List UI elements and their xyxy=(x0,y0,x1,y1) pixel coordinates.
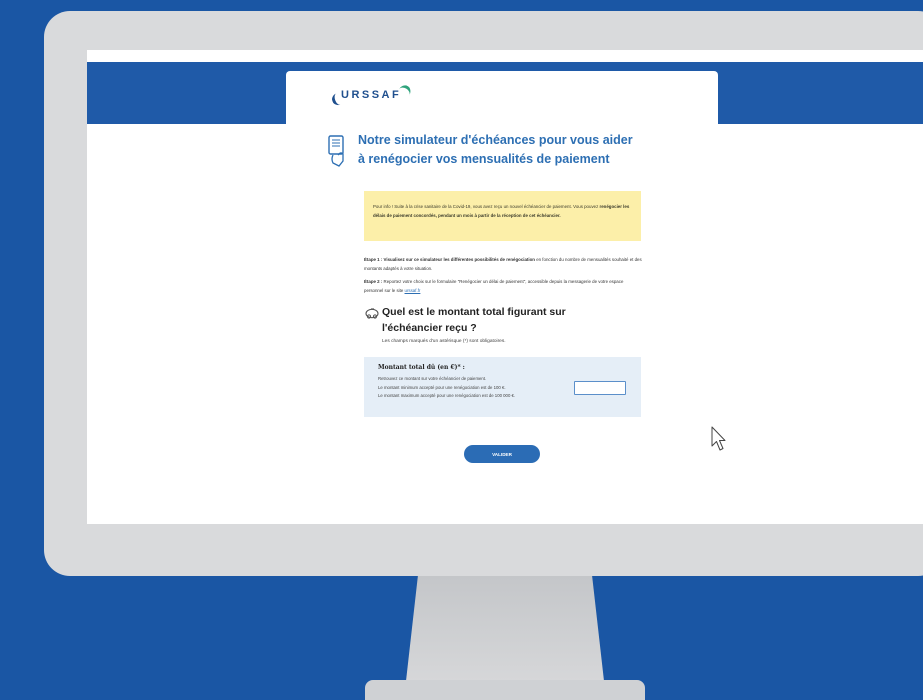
amount-label: Montant total dû (en €)* : xyxy=(378,364,465,371)
document-hand-icon xyxy=(328,135,344,167)
required-fields-note: Les champs marqués d'un astérisque (*) s… xyxy=(382,339,506,344)
amount-help: Retrouvez ce montant sur votre échéancie… xyxy=(378,375,573,401)
page-title-line-1: Notre simulateur d'échéances pour vous a… xyxy=(358,133,633,147)
logo-text: URSSAF xyxy=(341,89,402,101)
urssaf-logo[interactable]: URSSAF xyxy=(330,83,420,109)
step-1-bold: Visualisez sur ce simulateur les différe… xyxy=(382,257,535,262)
amount-help-line-2: Le montant minimum accepté pour une rené… xyxy=(378,384,506,390)
simulator-card: URSSAF Notre simulateur d'échéances pour… xyxy=(286,71,718,524)
covid-info-box: Pour info ! Suite à la crise sanitaire d… xyxy=(364,191,641,241)
amount-input[interactable] xyxy=(574,381,626,395)
mouse-cursor-icon xyxy=(711,426,726,451)
page-title-line-2: à renégocier vos mensualités de paiement xyxy=(358,152,610,166)
page-title: Notre simulateur d'échéances pour vous a… xyxy=(358,131,658,169)
piggy-bank-icon xyxy=(365,308,379,319)
amount-field-group: Montant total dû (en €)* : Retrouvez ce … xyxy=(364,357,641,417)
step-2: Étape 2 : Reportez votre choix sur le fo… xyxy=(364,277,642,295)
step-2-prefix: Étape 2 : xyxy=(364,279,383,284)
step-1: Étape 1 : Visualisez sur ce simulateur l… xyxy=(364,255,642,273)
amount-help-line-3: Le montant maximum accepté pour une rené… xyxy=(378,393,516,398)
monitor-stand xyxy=(406,576,604,681)
urssaf-link[interactable]: urssaf.fr xyxy=(405,288,421,293)
amount-question: Quel est le montant total figurant sur l… xyxy=(382,306,566,334)
monitor-stand-base xyxy=(365,680,645,700)
submit-button[interactable]: VALIDER xyxy=(464,445,540,463)
monitor-screen: URSSAF Notre simulateur d'échéances pour… xyxy=(87,50,923,524)
amount-help-line-1: Retrouvez ce montant sur votre échéancie… xyxy=(378,376,487,381)
step-2-text: Reportez votre choix sur le formulaire "… xyxy=(364,279,624,293)
info-text: Pour info ! Suite à la crise sanitaire d… xyxy=(373,204,600,209)
step-1-prefix: Étape 1 : xyxy=(364,257,383,262)
